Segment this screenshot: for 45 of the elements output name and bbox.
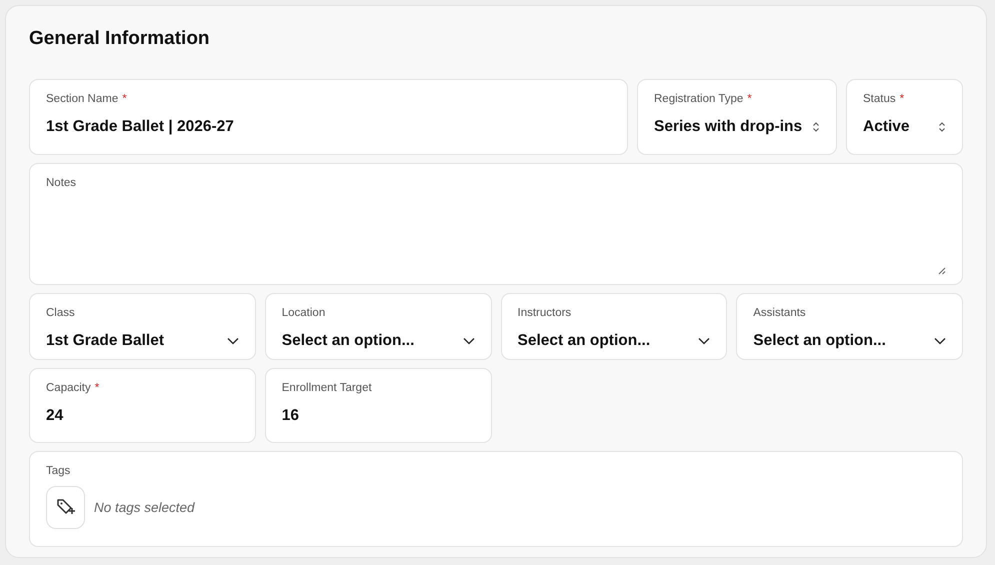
field-label: Tags (46, 464, 70, 478)
form-field[interactable]: Registration Type * Series with drop-ins (637, 79, 837, 155)
field-label: Location (282, 306, 326, 320)
field-label: Enrollment Target (282, 381, 372, 395)
chevron-down-icon (226, 337, 239, 345)
form-field[interactable]: Tags No tags selected (29, 451, 963, 547)
required-mark: * (900, 92, 904, 106)
field-label: Instructors (518, 306, 572, 320)
field-value: 1st Grade Ballet | 2026-27 (46, 118, 234, 136)
field-value: Select an option... (282, 332, 414, 350)
section-title: General Information (29, 27, 211, 51)
field-value: 1st Grade Ballet (46, 332, 164, 350)
required-mark: * (122, 92, 127, 106)
form-field[interactable]: Notes (29, 163, 963, 285)
field-label: Capacity (46, 381, 91, 395)
chevron-down-icon (934, 337, 946, 345)
field-value: 24 (46, 407, 64, 425)
form-field[interactable]: Section Name * 1st Grade Ballet | 2026-27 (29, 79, 628, 155)
add-tag-button[interactable] (46, 486, 85, 528)
form-field[interactable]: Class 1st Grade Ballet (29, 293, 256, 360)
form-field[interactable]: Enrollment Target 16 (264, 368, 492, 443)
required-mark: * (747, 92, 752, 106)
empty-tags-text: No tags selected (94, 500, 195, 514)
field-value: Select an option... (518, 332, 650, 350)
field-value: Series with drop-ins (654, 118, 802, 136)
field-label: Notes (46, 176, 76, 190)
field-label: Registration Type (654, 92, 744, 106)
chevron-down-icon (698, 337, 710, 345)
up-down-icon (938, 121, 946, 133)
field-label: Status (863, 92, 896, 106)
field-value: 16 (282, 407, 299, 425)
field-value: Active (863, 118, 910, 136)
form-field[interactable]: Assistants Select an option... (736, 293, 963, 360)
form-field[interactable]: Status * Active (846, 79, 963, 155)
required-mark: * (94, 381, 100, 395)
chevron-down-icon (462, 337, 474, 345)
field-label: Section Name (46, 92, 118, 106)
form-field[interactable]: Location Select an option... (264, 293, 492, 360)
field-label: Assistants (753, 306, 806, 320)
resize-handle-icon (938, 267, 946, 275)
form-field[interactable]: Capacity * 24 (29, 368, 256, 443)
form-field[interactable]: Instructors Select an option... (500, 293, 728, 360)
up-down-icon (812, 121, 820, 133)
field-value: Select an option... (753, 332, 886, 350)
field-label: Class (46, 306, 75, 320)
